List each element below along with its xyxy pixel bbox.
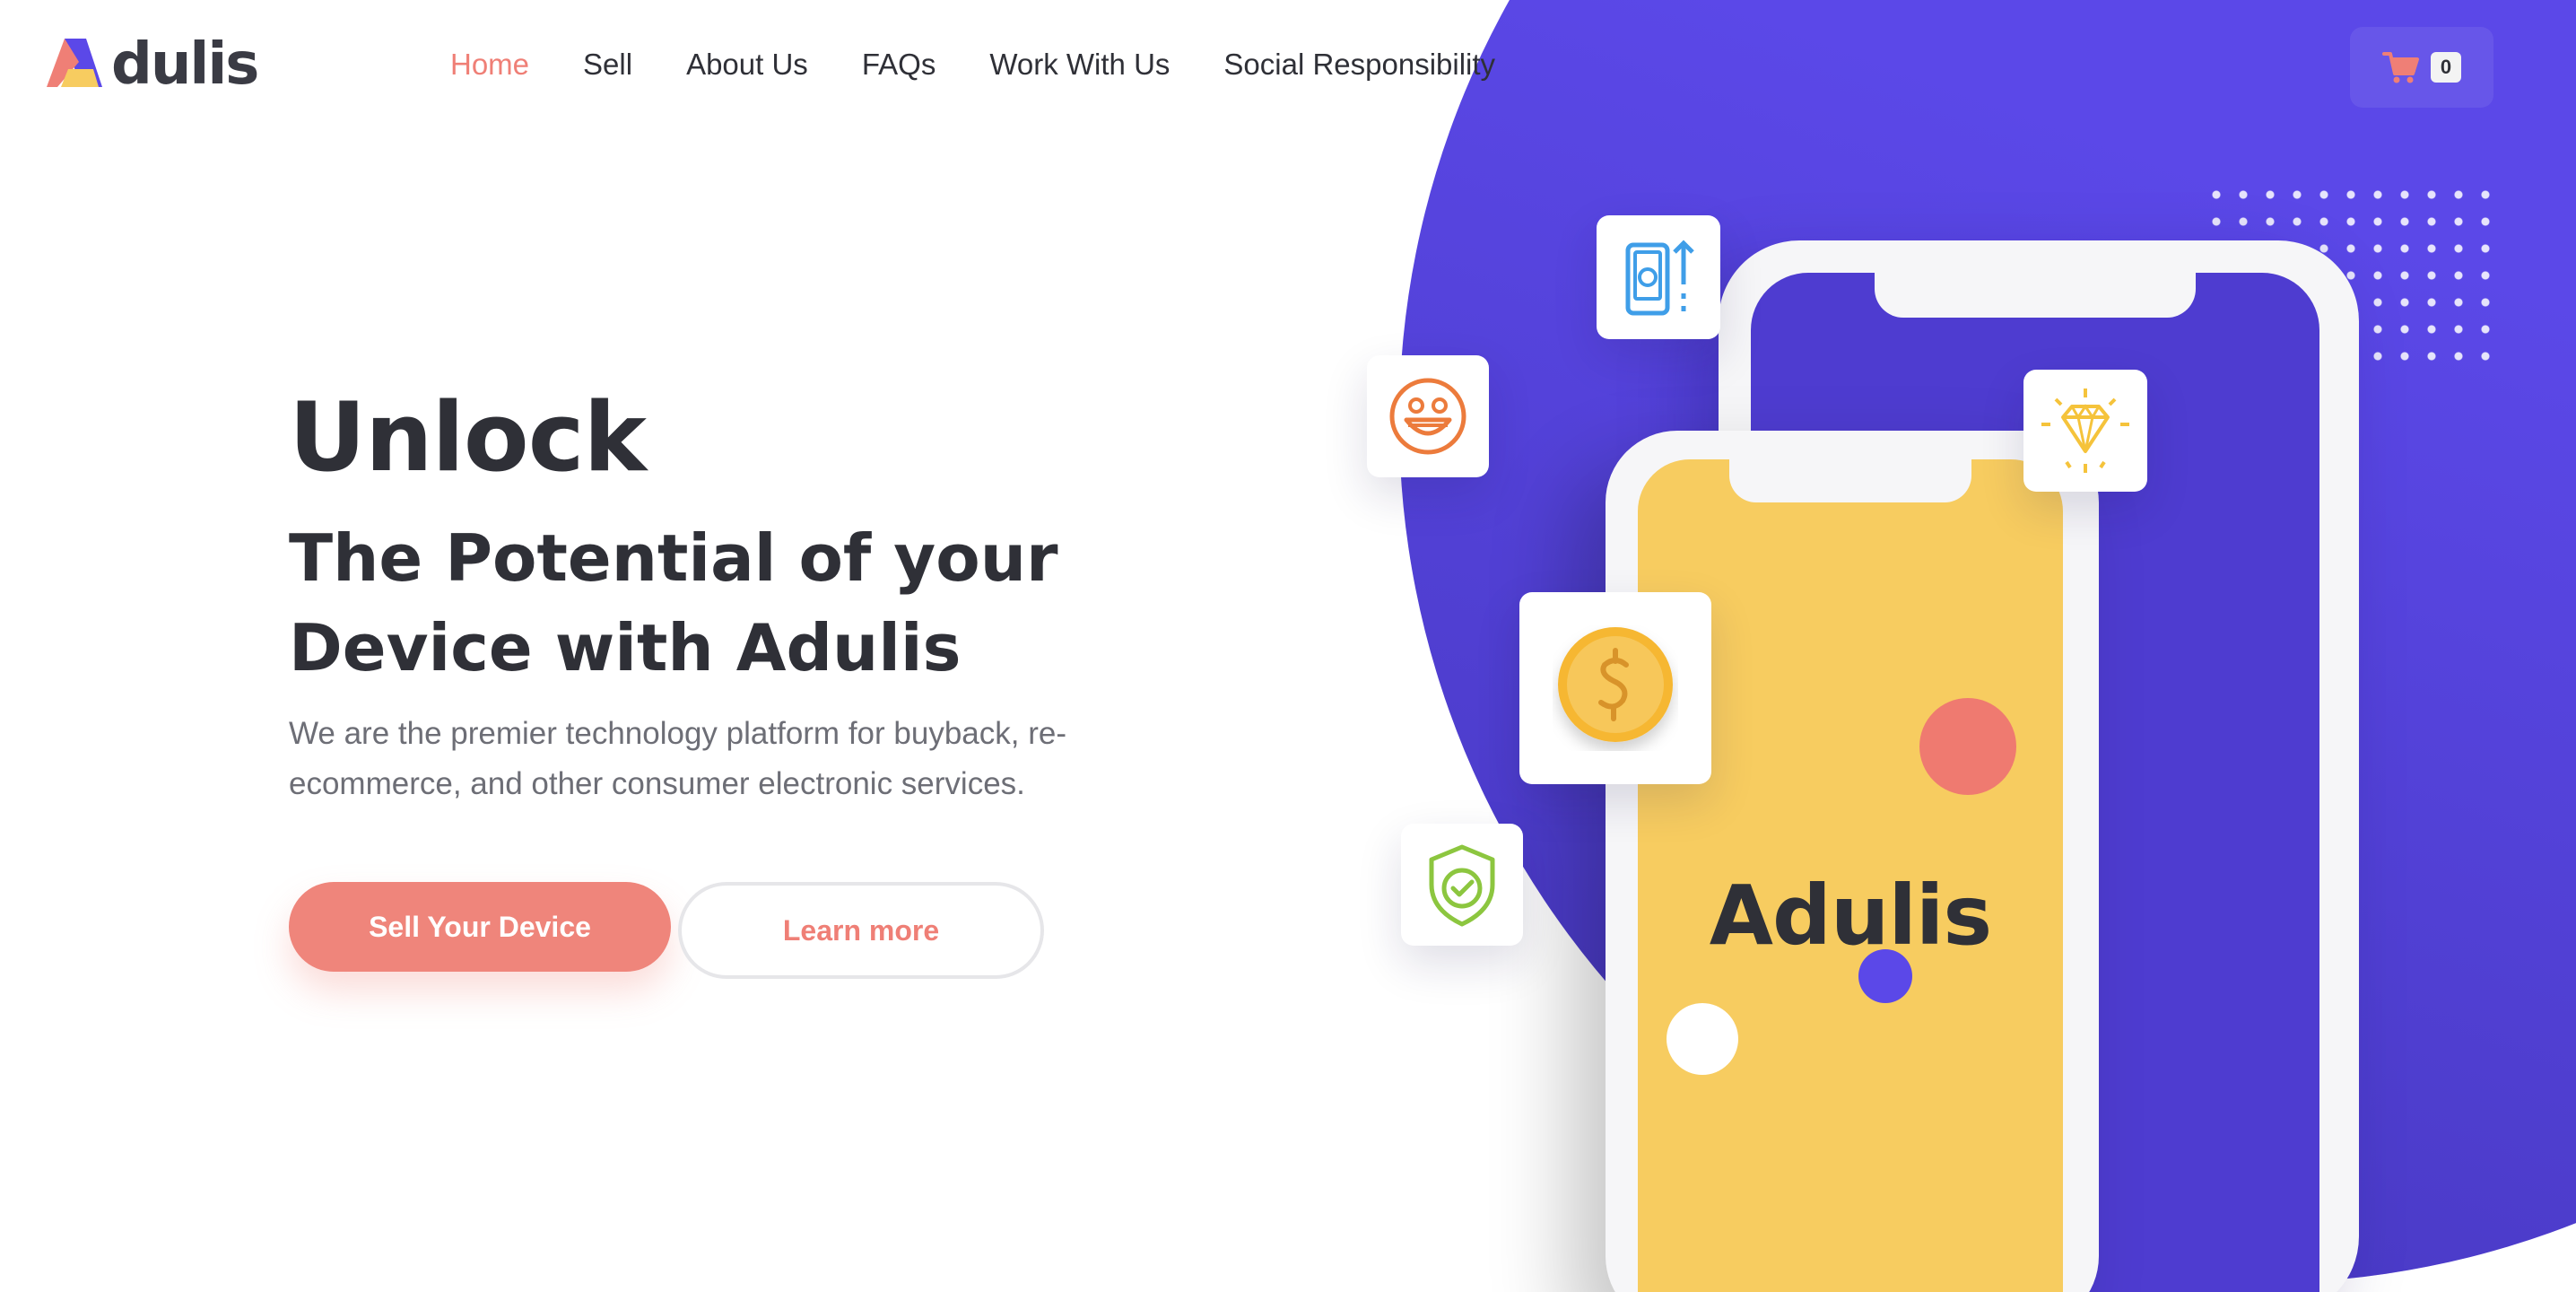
sell-your-device-button[interactable]: Sell Your Device [289,882,671,972]
coin-tile [1519,592,1711,784]
nav-item-social-responsibility[interactable]: Social Responsibility [1223,43,1495,86]
front-phone: Adulis [1606,431,2099,1292]
shield-check-icon [1429,844,1495,927]
diamond-icon [2041,388,2129,473]
phone-upload-icon [1625,240,1694,316]
nav-item-sell[interactable]: Sell [583,43,632,86]
decor-dot-blue [1858,949,1912,1003]
smiley-icon [1389,378,1466,455]
site-logo[interactable]: dulis [47,31,259,98]
hero-subtitle: The Potential of your Device with Adulis [289,520,1058,685]
learn-more-button[interactable]: Learn more [678,882,1044,979]
logo-text: dulis [111,31,259,98]
main-nav: Home Sell About Us FAQs Work With Us Soc… [450,43,1549,86]
back-phone-notch [1875,273,2196,318]
cart-count-badge: 0 [2431,52,2461,83]
decor-dot-red [1919,698,2016,795]
front-phone-notch [1729,459,1971,502]
smiley-tile [1367,355,1489,477]
nav-item-about-us[interactable]: About Us [686,43,808,86]
nav-item-work-with-us[interactable]: Work With Us [989,43,1170,86]
nav-item-home[interactable]: Home [450,43,529,86]
cart-button[interactable]: 0 [2350,27,2493,108]
cart-icon [2382,52,2419,83]
coin-dollar-icon [1558,627,1673,742]
shield-tile [1401,824,1523,946]
phone-upload-tile [1597,215,1720,339]
phone-brand-text: Adulis [1709,868,1992,964]
logo-mark-icon [47,39,109,91]
decor-dot-white [1667,1003,1738,1075]
nav-item-faqs[interactable]: FAQs [862,43,936,86]
hero-description: We are the premier technology platform f… [289,716,1066,801]
diamond-tile [2023,370,2147,492]
hero-title: Unlock [289,382,647,493]
front-phone-screen: Adulis [1638,459,2063,1292]
